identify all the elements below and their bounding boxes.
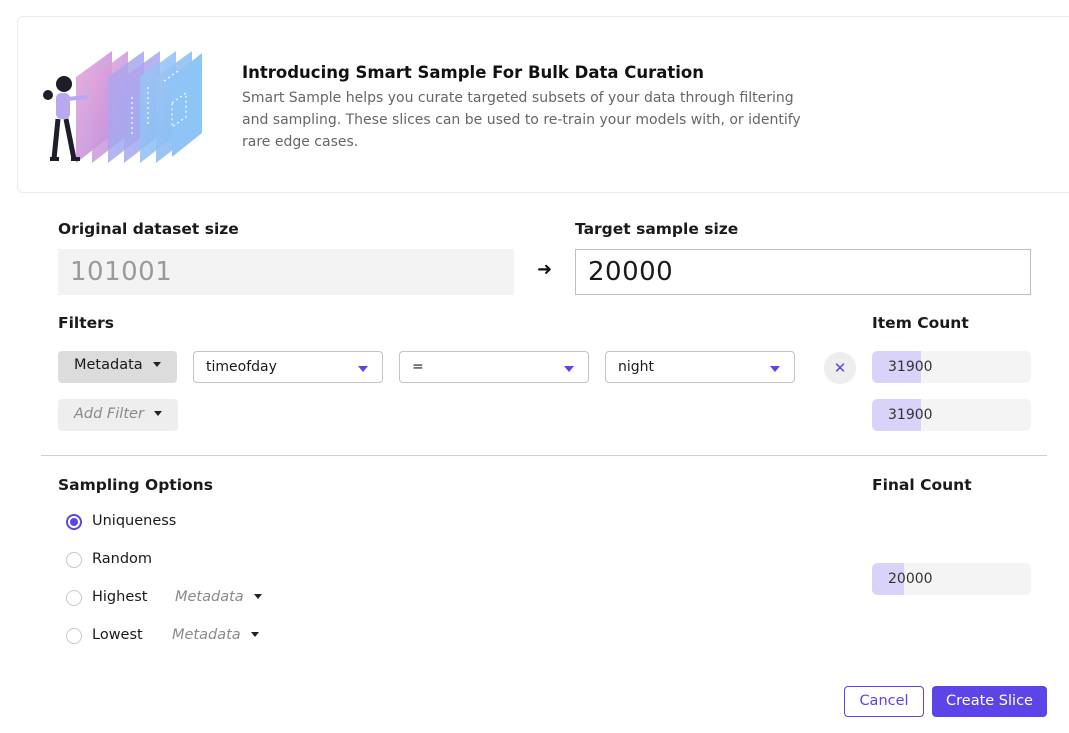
- filter-type-label: Metadata: [74, 357, 143, 373]
- sampling-option-label: Uniqueness: [92, 513, 177, 529]
- filter-type-dropdown[interactable]: Metadata: [58, 351, 177, 383]
- banner-title: Introducing Smart Sample For Bulk Data C…: [242, 63, 704, 82]
- final-count-bar: 20000: [872, 563, 1031, 595]
- radio-icon[interactable]: [66, 590, 82, 606]
- caret-down-icon: [253, 593, 262, 599]
- original-size-label: Original dataset size: [58, 220, 239, 238]
- target-size-label: Target sample size: [575, 220, 739, 238]
- filter-operator-select[interactable]: =: [399, 351, 589, 383]
- filter-value-value: night: [618, 359, 655, 375]
- final-count: 20000: [888, 571, 933, 587]
- caret-down-icon: [564, 366, 574, 372]
- filter-item-count-bar: 31900: [872, 351, 1031, 383]
- add-filter-button[interactable]: Add Filter: [58, 399, 178, 431]
- highest-metadata-dropdown[interactable]: Metadata: [175, 589, 262, 605]
- caret-down-icon: [153, 410, 162, 416]
- cancel-button[interactable]: Cancel: [844, 686, 924, 717]
- filter-value-select[interactable]: night: [605, 351, 795, 383]
- filter-field-select[interactable]: timeofday: [193, 351, 383, 383]
- original-size-field: 101001: [58, 249, 514, 295]
- close-icon: ✕: [833, 359, 847, 377]
- add-filter-label: Add Filter: [74, 406, 144, 422]
- section-divider: [41, 455, 1047, 456]
- intro-banner: Introducing Smart Sample For Bulk Data C…: [17, 16, 1069, 193]
- banner-description: Smart Sample helps you curate targeted s…: [242, 90, 801, 150]
- filter-item-count: 31900: [888, 359, 933, 375]
- sampling-option-label: Highest: [92, 589, 148, 605]
- caret-down-icon: [358, 366, 368, 372]
- lowest-metadata-dropdown[interactable]: Metadata: [172, 627, 259, 643]
- total-item-count-bar: 31900: [872, 399, 1031, 431]
- total-item-count: 31900: [888, 407, 933, 423]
- filter-field-value: timeofday: [206, 359, 277, 375]
- radio-icon[interactable]: [66, 628, 82, 644]
- sampling-option-label: Lowest: [92, 627, 143, 643]
- caret-down-icon: [152, 361, 161, 367]
- item-count-label: Item Count: [872, 314, 969, 332]
- remove-filter-button[interactable]: ✕: [824, 352, 856, 384]
- final-count-label: Final Count: [872, 476, 972, 494]
- sampling-option-label: Random: [92, 551, 153, 567]
- target-size-input[interactable]: 20000: [575, 249, 1031, 295]
- radio-icon[interactable]: [66, 552, 82, 568]
- metadata-dropdown-label: Metadata: [175, 589, 244, 605]
- create-slice-button[interactable]: Create Slice: [932, 686, 1047, 717]
- smart-sample-illustration-icon: [43, 51, 202, 163]
- arrow-right-icon: ➜: [537, 259, 553, 280]
- filter-operator-value: =: [412, 359, 424, 375]
- radio-selected-icon[interactable]: [66, 514, 82, 530]
- sampling-options-label: Sampling Options: [58, 476, 213, 494]
- metadata-dropdown-label: Metadata: [172, 627, 241, 643]
- filters-label: Filters: [58, 314, 115, 332]
- caret-down-icon: [770, 366, 780, 372]
- caret-down-icon: [250, 631, 259, 637]
